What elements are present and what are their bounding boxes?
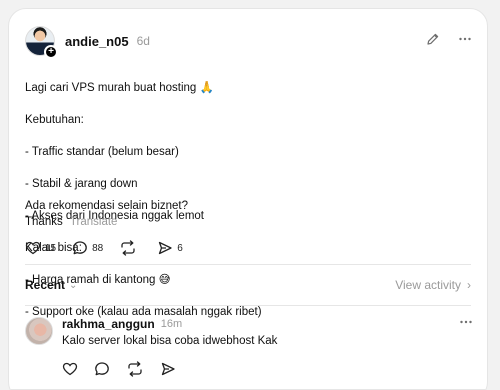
translate-link[interactable]: Translate bbox=[70, 216, 118, 228]
ellipsis-icon[interactable] bbox=[457, 32, 473, 50]
post-line: Ada rekomendasi selain biznet? bbox=[25, 200, 189, 212]
reply-timestamp[interactable]: 16m bbox=[161, 318, 182, 330]
post-timestamp[interactable]: 6d bbox=[137, 34, 150, 48]
reply-username[interactable]: rakhma_anggun bbox=[62, 317, 155, 331]
reply-header: rakhma_anggun 16m bbox=[62, 317, 182, 331]
activity-bar: Recent ⌄ View activity › bbox=[25, 275, 471, 295]
post-line: - Traffic standar (belum besar) bbox=[25, 146, 179, 158]
chevron-right-icon[interactable]: › bbox=[467, 278, 471, 292]
like-count: 15 bbox=[45, 242, 57, 254]
repost-icon bbox=[121, 240, 135, 256]
repost-button[interactable] bbox=[119, 240, 141, 256]
post-body-end: Ada rekomendasi selain biznet? Thanks Tr… bbox=[25, 198, 465, 230]
heart-icon[interactable] bbox=[62, 361, 78, 377]
comment-bubble-icon[interactable] bbox=[94, 361, 110, 377]
divider bbox=[25, 264, 471, 265]
avatar[interactable] bbox=[25, 317, 53, 345]
sort-recent-dropdown[interactable]: Recent bbox=[25, 278, 65, 292]
reply-actions bbox=[62, 361, 192, 377]
reply-text: Kalo server lokal bisa coba idwebhost Ka… bbox=[62, 335, 278, 347]
pencil-icon[interactable] bbox=[425, 32, 441, 50]
heart-icon bbox=[25, 241, 41, 255]
comment-count: 88 bbox=[92, 242, 104, 254]
reply-item: rakhma_anggun 16m Kalo server lokal bisa… bbox=[25, 315, 473, 385]
divider bbox=[25, 305, 471, 306]
post-line: - Stabil & jarang down bbox=[25, 178, 138, 190]
chevron-down-icon[interactable]: ⌄ bbox=[69, 280, 77, 291]
author-avatar-wrap[interactable]: + bbox=[25, 26, 58, 59]
post-header: + andie_n05 6d bbox=[25, 25, 473, 59]
send-icon bbox=[159, 241, 172, 255]
repost-icon[interactable] bbox=[126, 361, 144, 377]
comment-bubble-icon bbox=[73, 241, 87, 255]
author-username[interactable]: andie_n05 bbox=[65, 34, 129, 49]
post-line: Kebutuhan: bbox=[25, 114, 84, 126]
like-button[interactable]: 15 bbox=[25, 240, 56, 256]
share-button[interactable]: 6 bbox=[157, 240, 183, 256]
ellipsis-icon[interactable] bbox=[459, 315, 473, 333]
post-line-last: Thanks Translate bbox=[25, 214, 465, 230]
follow-plus-icon[interactable]: + bbox=[44, 45, 58, 59]
view-activity-link[interactable]: View activity bbox=[395, 278, 461, 292]
comment-button[interactable]: 88 bbox=[72, 240, 103, 256]
post-line-text: Thanks bbox=[25, 216, 63, 228]
post-line: Lagi cari VPS murah buat hosting 🙏 bbox=[25, 82, 214, 94]
share-count: 6 bbox=[177, 242, 183, 254]
post-actions: 15 88 6 bbox=[25, 239, 199, 257]
thread-card: + andie_n05 6d Lagi cari VPS murah buat … bbox=[8, 8, 488, 390]
send-icon[interactable] bbox=[160, 361, 176, 377]
